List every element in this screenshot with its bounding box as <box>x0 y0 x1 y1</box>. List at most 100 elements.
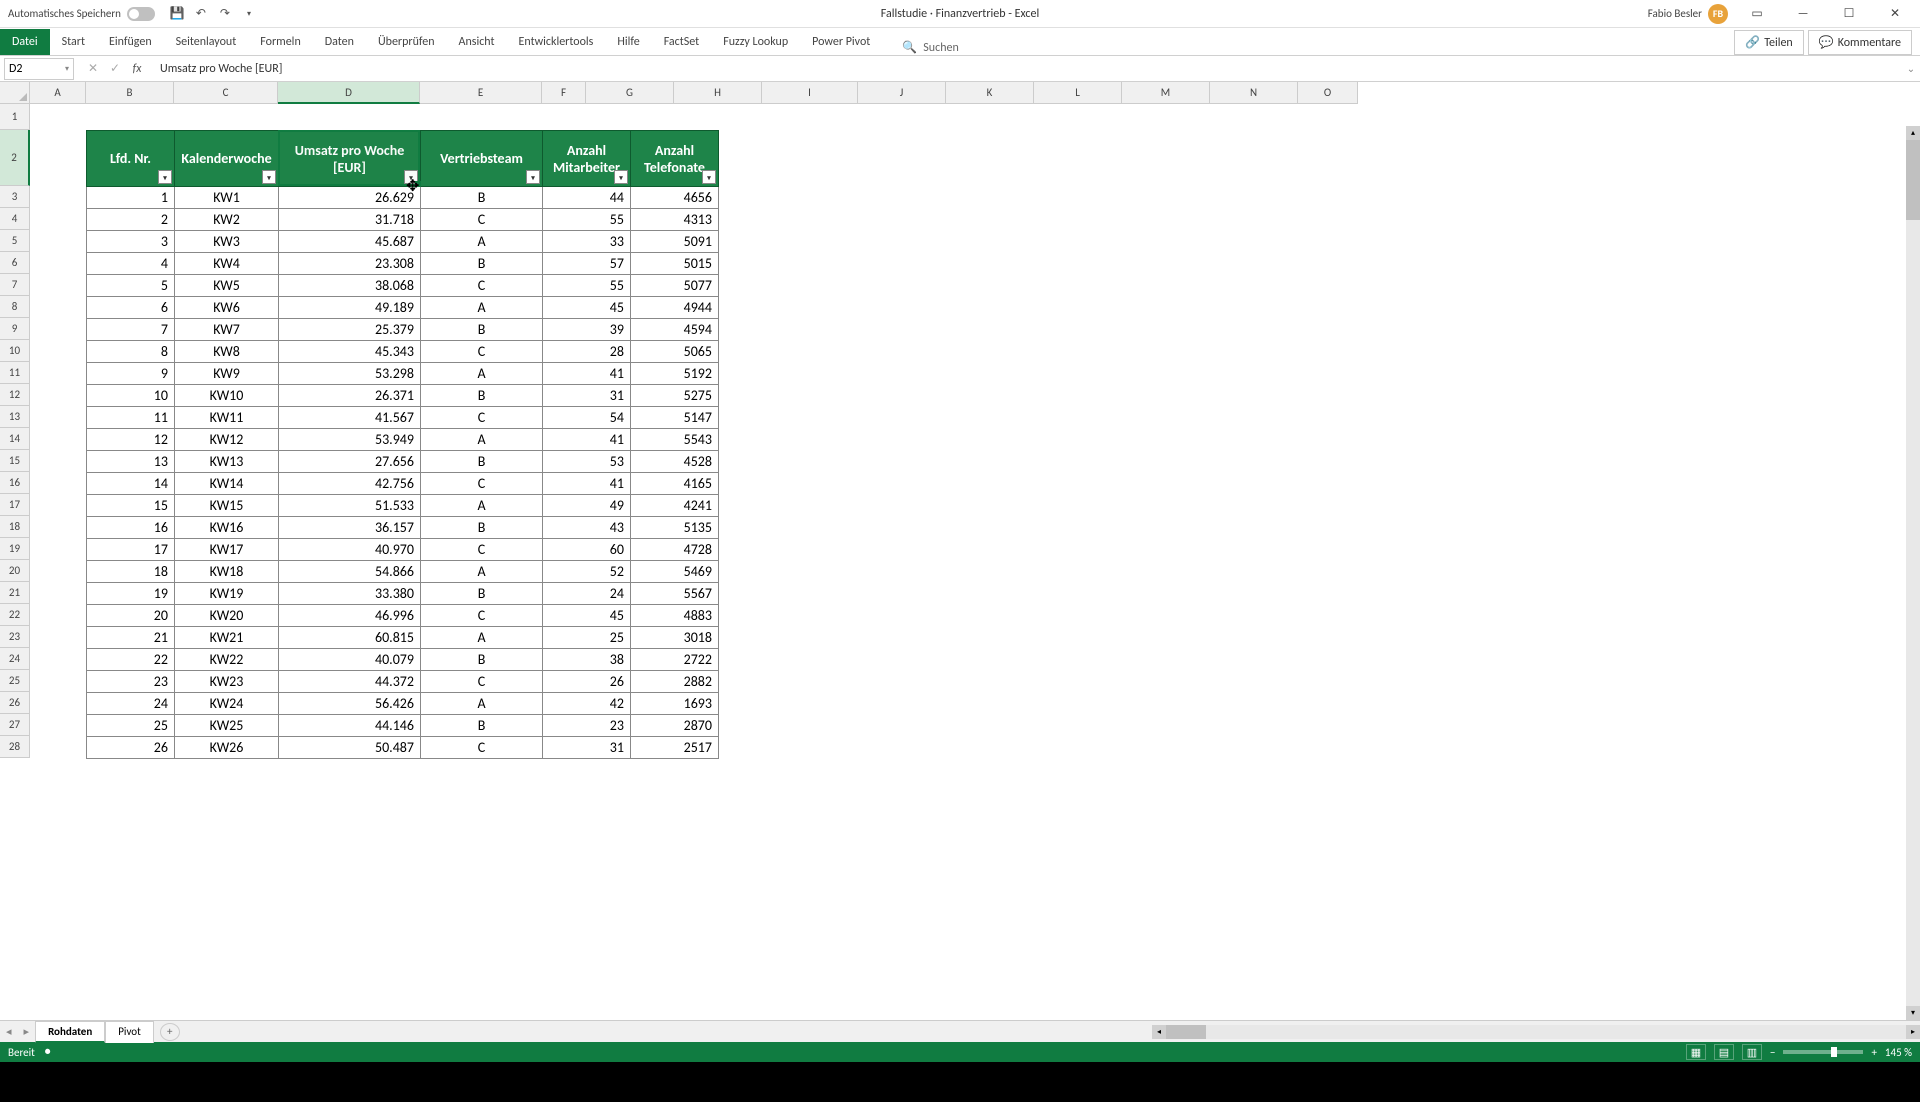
ribbon-tab-power pivot[interactable]: Power Pivot <box>800 29 882 55</box>
table-cell[interactable]: 52 <box>543 561 631 583</box>
table-cell[interactable]: C <box>421 341 543 363</box>
table-cell[interactable]: 42.756 <box>279 473 421 495</box>
name-box[interactable]: D2 <box>4 58 74 80</box>
table-cell[interactable]: 26 <box>543 671 631 693</box>
table-cell[interactable]: KW10 <box>175 385 279 407</box>
table-cell[interactable]: 41 <box>543 473 631 495</box>
table-cell[interactable]: 49.189 <box>279 297 421 319</box>
table-cell[interactable]: 15 <box>87 495 175 517</box>
filter-dropdown-icon[interactable]: ▾ <box>614 170 628 184</box>
table-cell[interactable]: KW19 <box>175 583 279 605</box>
table-row[interactable]: 22KW2240.079B382722 <box>87 649 719 671</box>
table-row[interactable]: 16KW1636.157B435135 <box>87 517 719 539</box>
table-row[interactable]: 1KW126.629B444656 <box>87 187 719 209</box>
table-cell[interactable]: 16 <box>87 517 175 539</box>
row-header-12[interactable]: 12 <box>0 384 30 406</box>
table-cell[interactable]: 44.146 <box>279 715 421 737</box>
table-cell[interactable]: 5275 <box>631 385 719 407</box>
column-header-G[interactable]: G <box>586 82 674 104</box>
table-cell[interactable]: C <box>421 539 543 561</box>
row-header-9[interactable]: 9 <box>0 318 30 340</box>
close-icon[interactable]: ✕ <box>1878 2 1912 26</box>
table-row[interactable]: 3KW345.687A335091 <box>87 231 719 253</box>
table-cell[interactable]: 31 <box>543 385 631 407</box>
table-cell[interactable]: 31.718 <box>279 209 421 231</box>
table-cell[interactable]: A <box>421 363 543 385</box>
table-cell[interactable]: 33 <box>543 231 631 253</box>
sheet-nav-prev-icon[interactable]: ◂ <box>0 1025 18 1038</box>
toggle-switch-icon[interactable] <box>127 7 155 21</box>
row-header-8[interactable]: 8 <box>0 296 30 318</box>
ribbon-tab-datei[interactable]: Datei <box>0 29 50 55</box>
select-all-corner[interactable] <box>0 82 30 104</box>
table-cell[interactable]: 4944 <box>631 297 719 319</box>
row-header-1[interactable]: 1 <box>0 104 30 130</box>
table-cell[interactable]: B <box>421 253 543 275</box>
maximize-icon[interactable]: ☐ <box>1832 2 1866 26</box>
table-row[interactable]: 9KW953.298A415192 <box>87 363 719 385</box>
table-cell[interactable]: 36.157 <box>279 517 421 539</box>
column-header-D[interactable]: D <box>278 82 420 104</box>
table-row[interactable]: 13KW1327.656B534528 <box>87 451 719 473</box>
table-cell[interactable]: 5091 <box>631 231 719 253</box>
page-layout-view-icon[interactable]: ▤ <box>1714 1044 1734 1060</box>
table-header[interactable]: Kalenderwoche▾ <box>175 131 279 187</box>
table-cell[interactable]: B <box>421 583 543 605</box>
comments-button[interactable]: 💬 Kommentare <box>1808 30 1912 55</box>
table-row[interactable]: 23KW2344.372C262882 <box>87 671 719 693</box>
formula-input[interactable]: Umsatz pro Woche [EUR] <box>152 62 1902 76</box>
table-cell[interactable]: B <box>421 517 543 539</box>
table-cell[interactable]: 26 <box>87 737 175 759</box>
filter-dropdown-icon[interactable]: ▾ <box>158 170 172 184</box>
search-box[interactable]: 🔍 Suchen <box>892 40 968 55</box>
normal-view-icon[interactable]: ▦ <box>1686 1044 1706 1060</box>
table-cell[interactable]: 56.426 <box>279 693 421 715</box>
share-button[interactable]: 🔗 Teilen <box>1734 30 1804 55</box>
column-header-C[interactable]: C <box>174 82 278 104</box>
table-cell[interactable]: KW26 <box>175 737 279 759</box>
table-cell[interactable]: 5135 <box>631 517 719 539</box>
table-cell[interactable]: 23.308 <box>279 253 421 275</box>
table-cell[interactable]: 41.567 <box>279 407 421 429</box>
table-cell[interactable]: 45 <box>543 605 631 627</box>
zoom-in-icon[interactable]: + <box>1871 1046 1876 1059</box>
table-cell[interactable]: KW21 <box>175 627 279 649</box>
table-row[interactable]: 5KW538.068C555077 <box>87 275 719 297</box>
table-cell[interactable]: 4 <box>87 253 175 275</box>
table-cell[interactable]: 55 <box>543 209 631 231</box>
table-cell[interactable]: A <box>421 693 543 715</box>
table-cell[interactable]: KW12 <box>175 429 279 451</box>
row-header-14[interactable]: 14 <box>0 428 30 450</box>
row-header-6[interactable]: 6 <box>0 252 30 274</box>
column-header-I[interactable]: I <box>762 82 858 104</box>
column-header-B[interactable]: B <box>86 82 174 104</box>
table-cell[interactable]: B <box>421 187 543 209</box>
row-header-5[interactable]: 5 <box>0 230 30 252</box>
column-header-E[interactable]: E <box>420 82 542 104</box>
table-cell[interactable]: 26.629 <box>279 187 421 209</box>
table-cell[interactable]: C <box>421 275 543 297</box>
table-row[interactable]: 20KW2046.996C454883 <box>87 605 719 627</box>
ribbon-tab-fuzzy lookup[interactable]: Fuzzy Lookup <box>711 29 800 55</box>
table-cell[interactable]: 10 <box>87 385 175 407</box>
column-header-H[interactable]: H <box>674 82 762 104</box>
table-cell[interactable]: 25 <box>87 715 175 737</box>
table-cell[interactable]: KW15 <box>175 495 279 517</box>
table-cell[interactable]: 9 <box>87 363 175 385</box>
table-cell[interactable]: 60 <box>543 539 631 561</box>
table-cell[interactable]: 5 <box>87 275 175 297</box>
ribbon-display-icon[interactable]: ▭ <box>1740 2 1774 26</box>
ribbon-tab-formeln[interactable]: Formeln <box>248 29 312 55</box>
table-row[interactable]: 19KW1933.380B245567 <box>87 583 719 605</box>
table-cell[interactable]: 4241 <box>631 495 719 517</box>
user-account[interactable]: Fabio Besler FB <box>1648 4 1728 24</box>
table-cell[interactable]: A <box>421 297 543 319</box>
table-row[interactable]: 25KW2544.146B232870 <box>87 715 719 737</box>
table-cell[interactable]: 23 <box>87 671 175 693</box>
scroll-down-icon[interactable]: ▾ <box>1906 1006 1920 1020</box>
fx-icon[interactable]: fx <box>128 60 146 78</box>
row-header-18[interactable]: 18 <box>0 516 30 538</box>
row-header-23[interactable]: 23 <box>0 626 30 648</box>
table-cell[interactable]: 5469 <box>631 561 719 583</box>
table-cell[interactable]: 55 <box>543 275 631 297</box>
